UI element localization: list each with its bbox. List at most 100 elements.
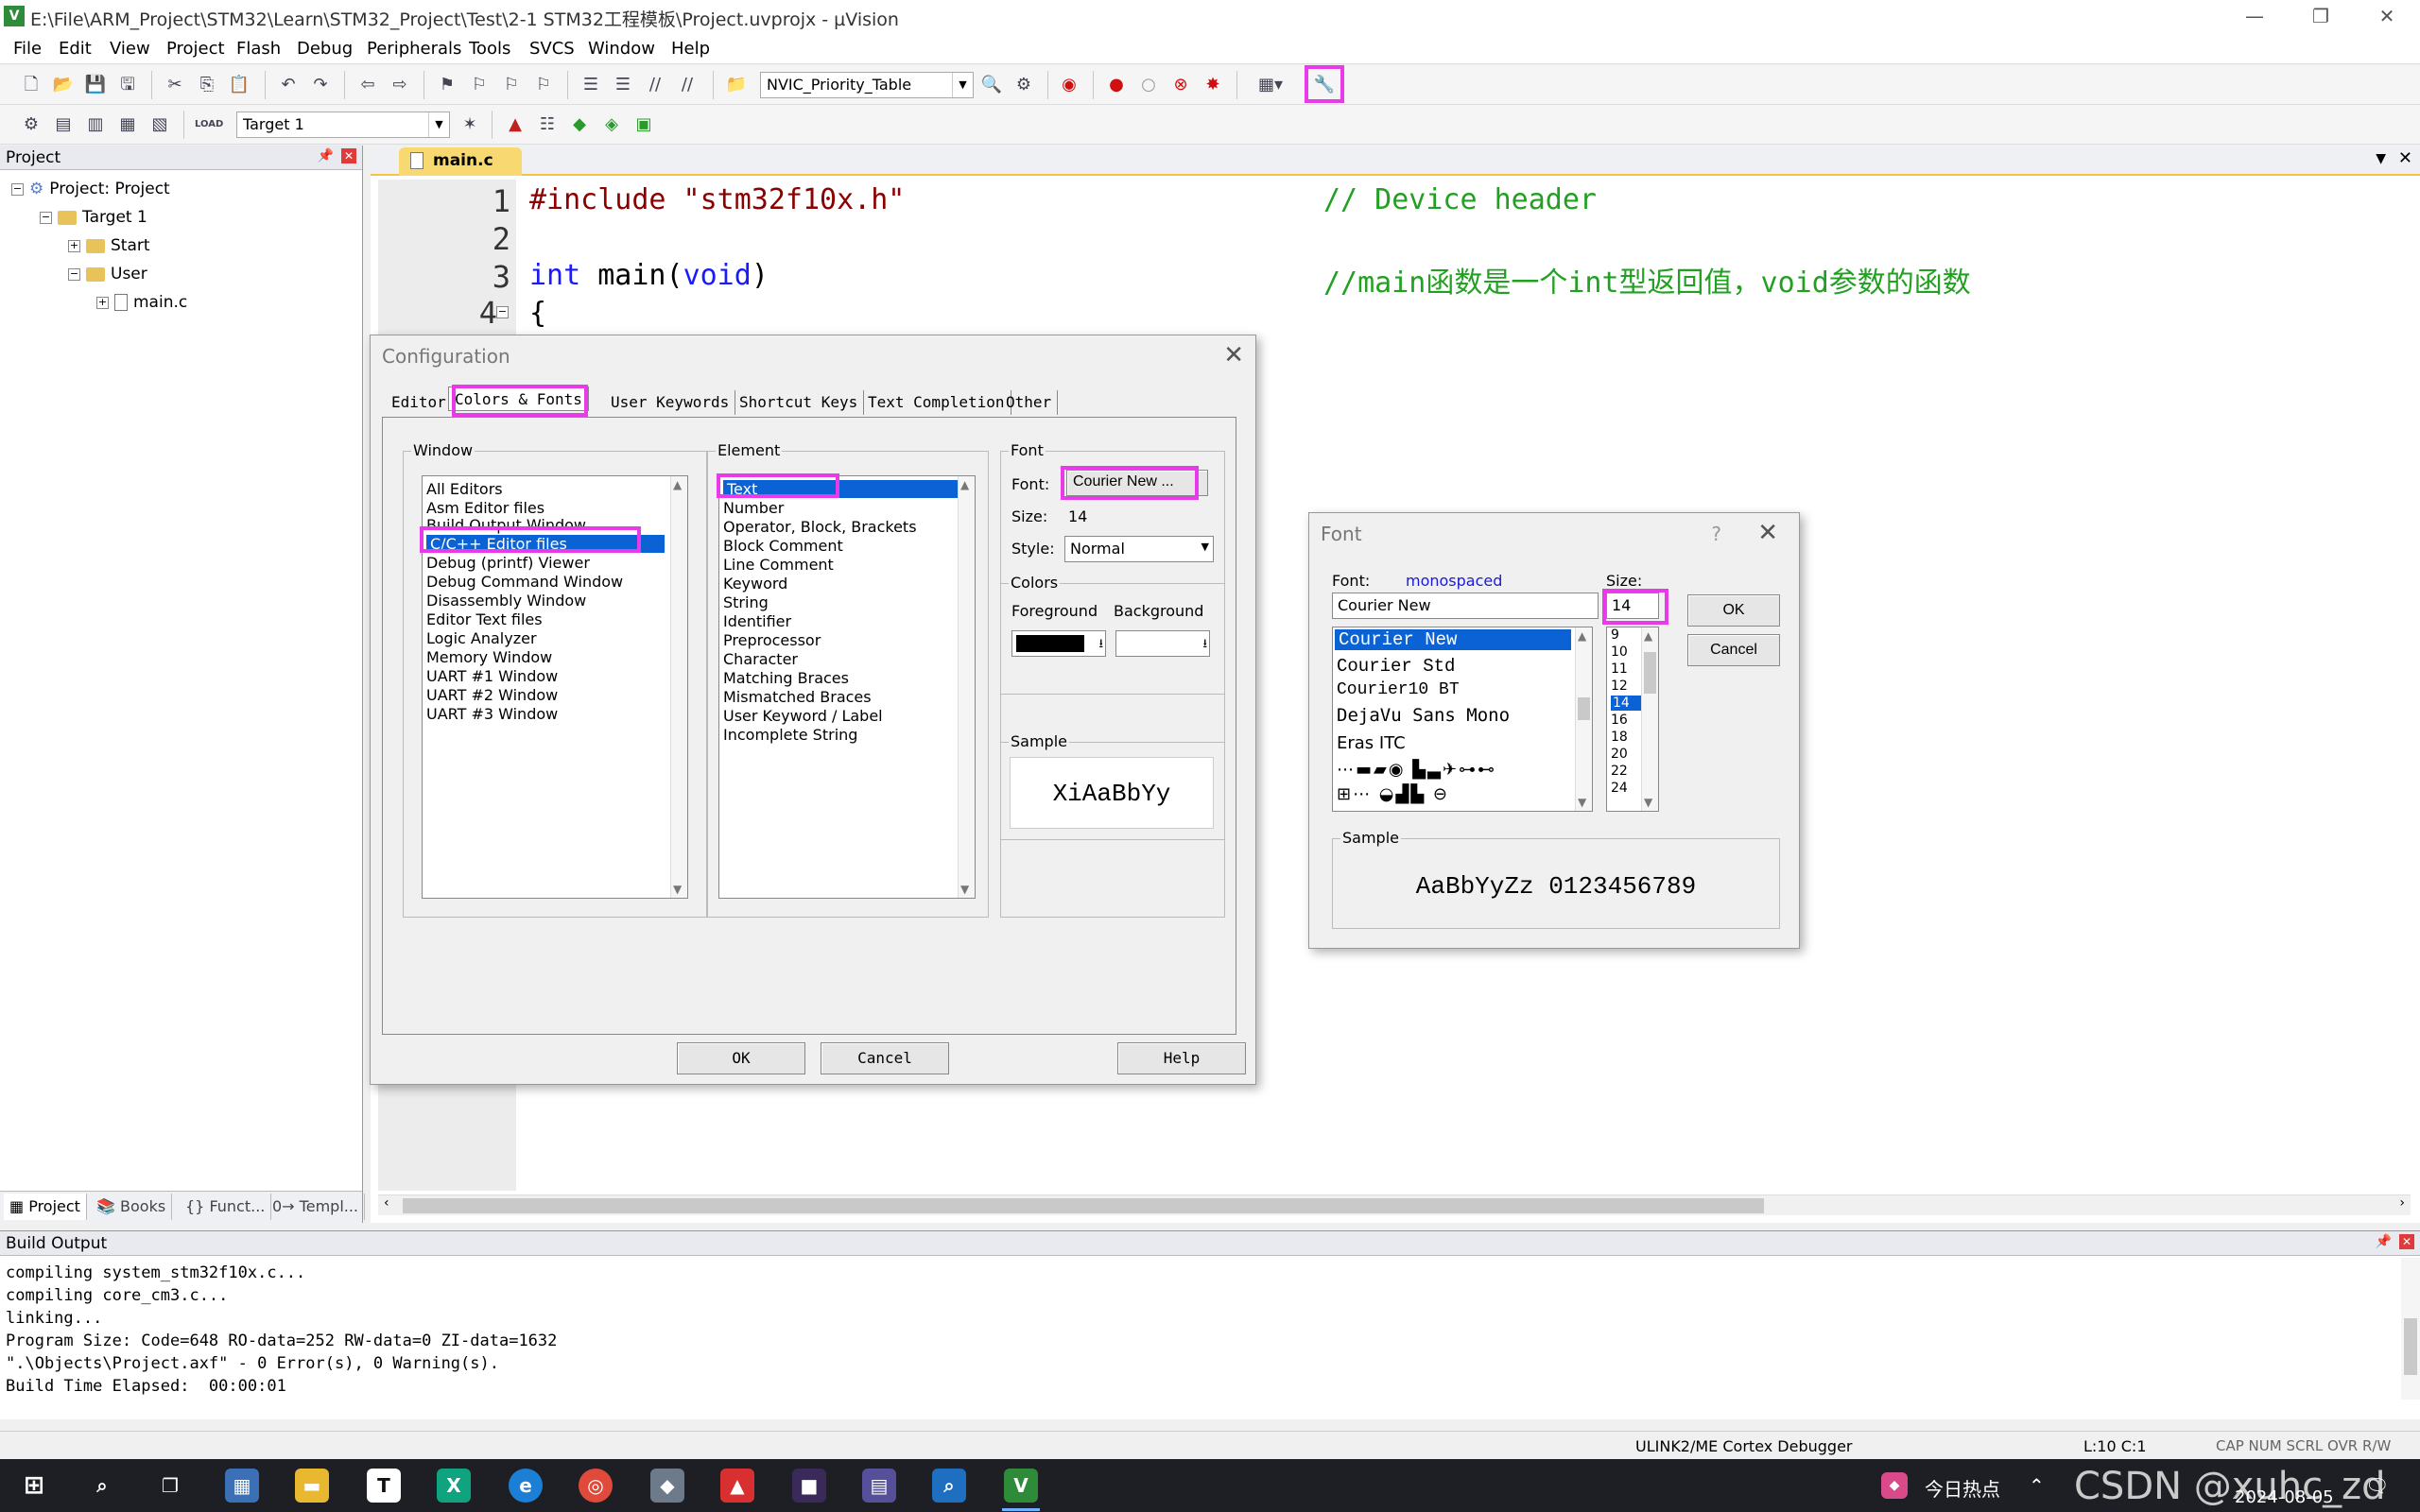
element-item[interactable]: Operator, Block, Brackets — [723, 518, 917, 536]
size-item[interactable]: 20 — [1611, 747, 1628, 762]
collapse-icon[interactable]: − — [11, 182, 24, 196]
size-item[interactable]: 18 — [1611, 730, 1628, 745]
scroll-thumb[interactable] — [403, 1198, 1764, 1213]
window-list-scrollbar[interactable]: ▲ ▼ — [670, 476, 687, 898]
output-vertical-scrollbar[interactable] — [2401, 1258, 2420, 1400]
collapse-icon[interactable]: − — [68, 267, 80, 281]
font-list-scrollbar[interactable]: ▲ ▼ — [1575, 627, 1592, 811]
menu-project[interactable]: Project — [166, 39, 225, 59]
unindent-icon[interactable]: ☰ — [611, 73, 635, 97]
size-item[interactable]: 22 — [1611, 764, 1628, 779]
clear-bookmarks-icon[interactable]: ⚐ — [531, 73, 556, 97]
target-combo[interactable]: Target 1 ▼ — [236, 112, 450, 138]
collapse-icon[interactable]: − — [40, 211, 52, 224]
element-item[interactable]: Line Comment — [723, 556, 834, 574]
scroll-up-icon[interactable]: ▲ — [960, 478, 969, 491]
rebuild-icon[interactable]: ▥ — [83, 112, 108, 137]
prev-bookmark-icon[interactable]: ⚐ — [467, 73, 492, 97]
copy-icon[interactable]: ⎘ — [195, 73, 219, 97]
symbol-font-item[interactable]: ⋯▬▰◉ ▙▃✈⊶⊷ — [1337, 760, 1496, 780]
find-in-files-icon[interactable]: 📁 — [724, 73, 749, 97]
window-item[interactable]: Debug Command Window — [426, 573, 623, 591]
save-icon[interactable]: 💾 — [83, 73, 108, 97]
target-options-icon[interactable]: ✶ — [458, 112, 482, 137]
close-panel-icon[interactable]: ✕ — [341, 148, 356, 163]
code-line-4[interactable]: { — [529, 297, 546, 330]
help-question-icon[interactable]: ? — [1711, 523, 1721, 545]
scroll-up-icon[interactable]: ▲ — [1644, 629, 1652, 643]
xmind-icon[interactable]: X — [437, 1469, 471, 1503]
tree-group-user[interactable]: − User — [68, 265, 147, 284]
menu-flash[interactable]: Flash — [236, 39, 281, 59]
window-item[interactable]: Memory Window — [426, 648, 552, 666]
tab-main-c[interactable]: main.c — [399, 147, 522, 176]
element-item[interactable]: Block Comment — [723, 537, 843, 555]
chevron-up-icon[interactable]: ⌃ — [2029, 1474, 2045, 1497]
uvision-taskbar-icon[interactable]: V — [1004, 1469, 1038, 1503]
tab-other[interactable]: Other — [1000, 390, 1059, 415]
chrome-browser-icon[interactable]: ◎ — [579, 1469, 613, 1503]
cancel-button[interactable]: Cancel — [821, 1042, 949, 1074]
search-app-icon[interactable]: ⌕ — [932, 1469, 966, 1503]
window-item[interactable]: Editor Text files — [426, 610, 543, 628]
menu-peripherals[interactable]: Peripherals — [367, 39, 461, 59]
select-packs-icon[interactable]: ◈ — [599, 112, 624, 137]
fold-icon[interactable]: − — [496, 306, 509, 318]
tree-file-main[interactable]: + main.c — [96, 293, 187, 312]
app-icon[interactable]: ■ — [792, 1469, 826, 1503]
news-icon[interactable]: ◆ — [1881, 1472, 1908, 1499]
tree-target[interactable]: − Target 1 — [40, 208, 147, 227]
window-item[interactable]: Debug (printf) Viewer — [426, 554, 590, 572]
tab-shortcut-keys[interactable]: Shortcut Keys — [734, 390, 865, 415]
font-ok-button[interactable]: OK — [1687, 594, 1780, 627]
notification-icon[interactable]: 🗨 — [2365, 1474, 2389, 1497]
scroll-up-icon[interactable]: ▲ — [1578, 629, 1586, 643]
tab-project[interactable]: ▦ Project — [4, 1194, 87, 1220]
windows-start-icon[interactable]: ⊞ — [17, 1469, 51, 1503]
task-view-icon[interactable]: ❐ — [153, 1469, 187, 1503]
disable-breakpoint-icon[interactable]: ○ — [1136, 73, 1161, 97]
new-file-icon[interactable]: 🗋 — [19, 73, 43, 97]
incremental-find-icon[interactable]: 🔍 — [979, 73, 1004, 97]
window-item[interactable]: Asm Editor files — [426, 499, 544, 517]
tree-project-root[interactable]: − ⚙ Project: Project — [11, 180, 170, 198]
close-button[interactable]: ✕ — [2354, 0, 2420, 32]
file-explorer-icon[interactable]: ▬ — [295, 1469, 329, 1503]
element-item[interactable]: Preprocessor — [723, 631, 821, 649]
load-download-icon[interactable]: LOAD — [195, 112, 223, 137]
background-color-picker[interactable]: ⭳ — [1115, 630, 1210, 657]
element-item[interactable]: Keyword — [723, 575, 787, 593]
size-item-selected[interactable]: 14 — [1611, 696, 1641, 711]
disable-all-breakpoints-icon[interactable]: ⊗ — [1168, 73, 1193, 97]
scroll-thumb[interactable] — [1578, 697, 1590, 720]
element-item[interactable]: Character — [723, 650, 798, 668]
ok-button[interactable]: OK — [677, 1042, 805, 1074]
navigate-back-icon[interactable]: ⇦ — [355, 73, 380, 97]
bookmark-icon[interactable]: ⚑ — [435, 73, 459, 97]
tab-user-keywords[interactable]: User Keywords — [605, 390, 736, 415]
kill-all-breakpoints-icon[interactable]: ✸ — [1201, 73, 1225, 97]
manage-project-icon[interactable]: ▲ — [503, 112, 527, 137]
menu-tools[interactable]: Tools — [469, 39, 510, 59]
element-item[interactable]: User Keyword / Label — [723, 707, 883, 725]
tree-group-start[interactable]: + Start — [68, 236, 150, 255]
size-item[interactable]: 16 — [1611, 713, 1628, 728]
next-bookmark-icon[interactable]: ⚐ — [499, 73, 524, 97]
editor-horizontal-scrollbar[interactable]: ‹ › — [378, 1194, 2411, 1215]
code-line-1[interactable]: #include "stm32f10x.h" — [529, 183, 905, 216]
size-item[interactable]: 10 — [1611, 644, 1628, 660]
manage-rte-icon[interactable]: ◆ — [567, 112, 592, 137]
minimize-button[interactable]: — — [2221, 0, 2288, 32]
element-listbox[interactable]: Text Number Operator, Block, Brackets Bl… — [718, 475, 976, 899]
foreground-color-picker[interactable]: ⭳ — [1011, 630, 1106, 657]
undo-icon[interactable]: ↶ — [276, 73, 301, 97]
menu-file[interactable]: File — [13, 39, 42, 59]
size-list-scrollbar[interactable]: ▲ ▼ — [1641, 627, 1658, 811]
maximize-button[interactable]: ❐ — [2288, 0, 2354, 32]
font-size-listbox[interactable]: 9 10 11 12 14 16 18 20 22 24 ▲ ▼ — [1606, 627, 1659, 812]
function-combo[interactable]: NVIC_Priority_Table ▼ — [760, 72, 974, 98]
size-item[interactable]: 11 — [1611, 662, 1628, 677]
element-item[interactable]: Identifier — [723, 612, 791, 630]
indent-icon[interactable]: ☰ — [579, 73, 603, 97]
scroll-down-icon[interactable]: ▼ — [673, 883, 682, 896]
